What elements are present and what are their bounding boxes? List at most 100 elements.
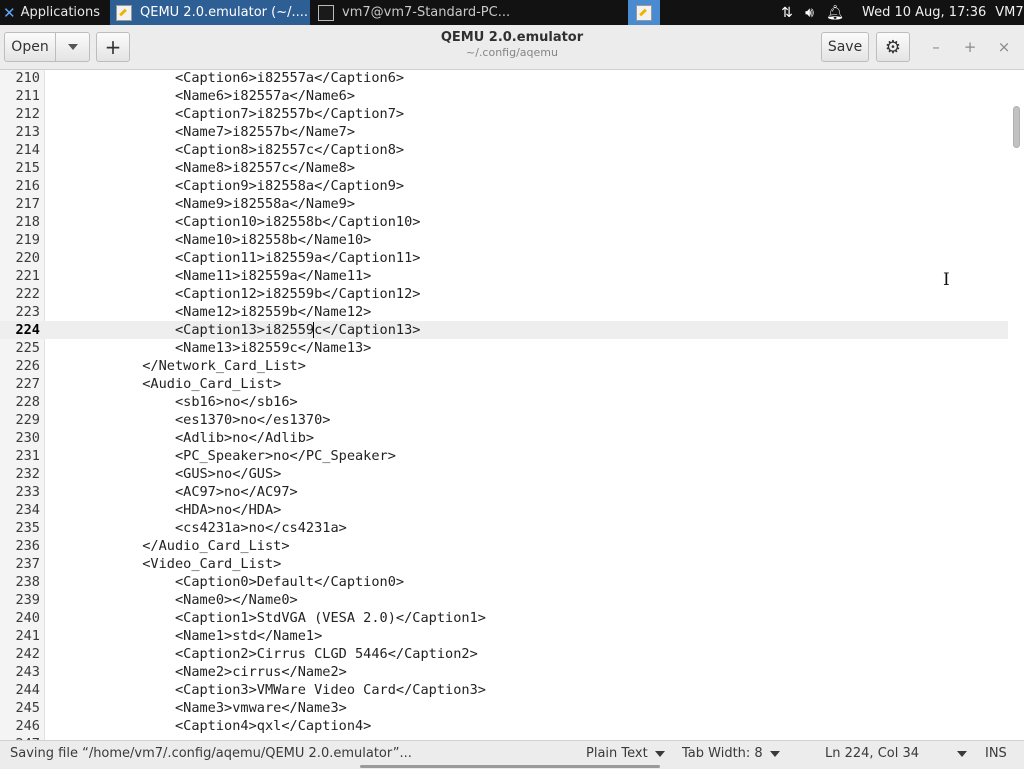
code-line[interactable]: 220 <Caption11>i82559a</Caption11> (0, 249, 1008, 267)
code-line[interactable]: 225 <Name13>i82559c</Name13> (0, 339, 1008, 357)
line-text[interactable]: <Name10>i82558b</Name10> (44, 231, 371, 249)
code-line[interactable]: 216 <Caption9>i82558a</Caption9> (0, 177, 1008, 195)
line-text[interactable]: <Name6>i82557a</Name6> (44, 87, 355, 105)
line-text[interactable]: </Network_Card_List> (44, 357, 306, 375)
line-text[interactable]: <Caption0>Default</Caption0> (44, 573, 404, 591)
chevron-down-icon (67, 44, 78, 50)
code-line[interactable]: 217 <Name9>i82558a</Name9> (0, 195, 1008, 213)
code-line[interactable]: 245 <Name3>vmware</Name3> (0, 699, 1008, 717)
line-text[interactable]: <Caption10>i82558b</Caption10> (44, 213, 421, 231)
line-text[interactable]: <Video_Card_List> (44, 555, 281, 573)
line-number: 229 (15, 412, 40, 428)
code-line[interactable]: 239 <Name0></Name0> (0, 591, 1008, 609)
line-text[interactable]: <Caption1>StdVGA (VESA 2.0)</Caption1> (44, 609, 486, 627)
code-line[interactable]: 229 <es1370>no</es1370> (0, 411, 1008, 429)
line-text[interactable]: <Audio_Card_List> (44, 375, 281, 393)
line-text[interactable]: <Name2>cirrus</Name2> (44, 663, 347, 681)
code-line[interactable]: 235 <cs4231a>no</cs4231a> (0, 519, 1008, 537)
code-line[interactable]: 233 <AC97>no</AC97> (0, 483, 1008, 501)
line-text[interactable]: <Adlib>no</Adlib> (44, 429, 314, 447)
line-text[interactable]: <AC97>no</AC97> (44, 483, 298, 501)
line-text[interactable]: <Caption7>i82557b</Caption7> (44, 105, 404, 123)
text-editor-area[interactable]: 210 <Caption6>i82557a</Caption6> 211 <Nam… (0, 70, 1024, 740)
current-code-line[interactable]: 224 <Caption13>i82559c</Caption13> (0, 321, 1008, 339)
line-text[interactable]: <Name9>i82558a</Name9> (44, 195, 355, 213)
line-text[interactable]: <Name11>i82559a</Name11> (44, 267, 371, 285)
code-line[interactable]: 213 <Name7>i82557b</Name7> (0, 123, 1008, 141)
code-line[interactable]: 243 <Name2>cirrus</Name2> (0, 663, 1008, 681)
taskbar-item-terminal[interactable]: vm7@vm7-Standard-PC... (312, 0, 512, 25)
clock[interactable]: Wed 10 Aug, 17:36 VM7 (862, 0, 1024, 25)
maximize-button[interactable]: + (960, 37, 980, 57)
code-line[interactable]: 238 <Caption0>Default</Caption0> (0, 573, 1008, 591)
code-line[interactable]: 228 <sb16>no</sb16> (0, 393, 1008, 411)
cursor-position-selector[interactable]: Ln 224, Col 34 (825, 746, 968, 761)
code-line[interactable]: 244 <Caption3>VMWare Video Card</Caption… (0, 681, 1008, 699)
code-line[interactable]: 241 <Name1>std</Name1> (0, 627, 1008, 645)
line-text[interactable]: <sb16>no</sb16> (44, 393, 298, 411)
line-text[interactable]: <cs4231a>no</cs4231a> (44, 519, 347, 537)
settings-menu-button[interactable]: ⚙ (876, 32, 910, 62)
taskbar-launcher-editor[interactable] (628, 0, 660, 25)
line-text[interactable]: <Caption9>i82558a</Caption9> (44, 177, 404, 195)
line-text[interactable]: <Caption8>i82557c</Caption8> (44, 141, 404, 159)
line-text[interactable]: <Name7>i82557b</Name7> (44, 123, 355, 141)
line-text[interactable]: <Name1>std</Name1> (44, 627, 322, 645)
insert-mode-indicator[interactable]: INS (985, 746, 1007, 761)
code-line[interactable]: 237 <Video_Card_List> (0, 555, 1008, 573)
line-text[interactable]: <es1370>no</es1370> (44, 411, 331, 429)
code-line[interactable]: 226 </Network_Card_List> (0, 357, 1008, 375)
volume-icon[interactable]: 🔊︎ (805, 5, 814, 21)
taskbar-item-editor[interactable]: QEMU 2.0.emulator (~/.... (110, 0, 310, 25)
line-text[interactable]: <Caption6>i82557a</Caption6> (44, 70, 404, 87)
code-line[interactable]: 234 <HDA>no</HDA> (0, 501, 1008, 519)
new-document-button[interactable]: + (96, 32, 130, 62)
language-selector[interactable]: Plain Text (586, 746, 665, 761)
code-line[interactable]: 227 <Audio_Card_List> (0, 375, 1008, 393)
code-line[interactable]: 212 <Caption7>i82557b</Caption7> (0, 105, 1008, 123)
code-line[interactable]: 232 <GUS>no</GUS> (0, 465, 1008, 483)
line-text[interactable]: <GUS>no</GUS> (44, 465, 281, 483)
line-text[interactable]: <Caption11>i82559a</Caption11> (44, 249, 421, 267)
line-text[interactable]: <Caption13>i82559c</Caption13> (44, 321, 421, 339)
open-button[interactable]: Open (4, 32, 56, 62)
network-icon[interactable]: ⇅ (781, 5, 793, 21)
open-dropdown-button[interactable] (55, 32, 90, 62)
line-text[interactable]: <Name3>vmware</Name3> (44, 699, 347, 717)
code-line[interactable]: 223 <Name12>i82559b</Name12> (0, 303, 1008, 321)
user-menu[interactable]: VM7 (995, 5, 1023, 20)
code-line[interactable]: 242 <Caption2>Cirrus CLGD 5446</Caption2… (0, 645, 1008, 663)
line-text[interactable]: <Caption2>Cirrus CLGD 5446</Caption2> (44, 645, 478, 663)
code-line[interactable]: 240 <Caption1>StdVGA (VESA 2.0)</Caption… (0, 609, 1008, 627)
scrollbar-thumb[interactable] (1013, 106, 1020, 148)
code-line[interactable]: 215 <Name8>i82557c</Name8> (0, 159, 1008, 177)
code-line[interactable]: 222 <Caption12>i82559b</Caption12> (0, 285, 1008, 303)
code-line[interactable]: 214 <Caption8>i82557c</Caption8> (0, 141, 1008, 159)
line-text[interactable]: <Caption3>VMWare Video Card</Caption3> (44, 681, 486, 699)
code-line[interactable]: 211 <Name6>i82557a</Name6> (0, 87, 1008, 105)
tab-width-selector[interactable]: Tab Width: 8 (682, 746, 780, 761)
line-text[interactable]: <HDA>no</HDA> (44, 501, 281, 519)
code-line[interactable]: 230 <Adlib>no</Adlib> (0, 429, 1008, 447)
applications-menu[interactable]: ✕ Applications (0, 0, 110, 25)
line-text[interactable]: <Name12>i82559b</Name12> (44, 303, 371, 321)
line-text[interactable]: </Audio_Card_List> (44, 537, 289, 555)
notification-bell-icon[interactable]: 🔔︎ (826, 5, 844, 21)
code-line[interactable]: 231 <PC_Speaker>no</PC_Speaker> (0, 447, 1008, 465)
line-text[interactable]: <Name0></Name0> (44, 591, 298, 609)
code-line[interactable]: 210 <Caption6>i82557a</Caption6> (0, 70, 1008, 87)
vertical-scrollbar[interactable] (1008, 70, 1024, 740)
code-line[interactable]: 219 <Name10>i82558b</Name10> (0, 231, 1008, 249)
minimize-button[interactable]: – (926, 37, 946, 57)
code-line[interactable]: 221 <Name11>i82559a</Name11> (0, 267, 1008, 285)
line-text[interactable]: <PC_Speaker>no</PC_Speaker> (44, 447, 396, 465)
code-line[interactable]: 236 </Audio_Card_List> (0, 537, 1008, 555)
code-line[interactable]: 218 <Caption10>i82558b</Caption10> (0, 213, 1008, 231)
save-button[interactable]: Save (821, 32, 869, 62)
close-button[interactable]: × (994, 37, 1014, 57)
line-text[interactable]: <Caption12>i82559b</Caption12> (44, 285, 421, 303)
line-text[interactable]: <Name8>i82557c</Name8> (44, 159, 355, 177)
line-text[interactable]: <Caption4>qxl</Caption4> (44, 717, 371, 735)
line-text[interactable]: <Name13>i82559c</Name13> (44, 339, 371, 357)
code-line[interactable]: 246 <Caption4>qxl</Caption4> (0, 717, 1008, 735)
